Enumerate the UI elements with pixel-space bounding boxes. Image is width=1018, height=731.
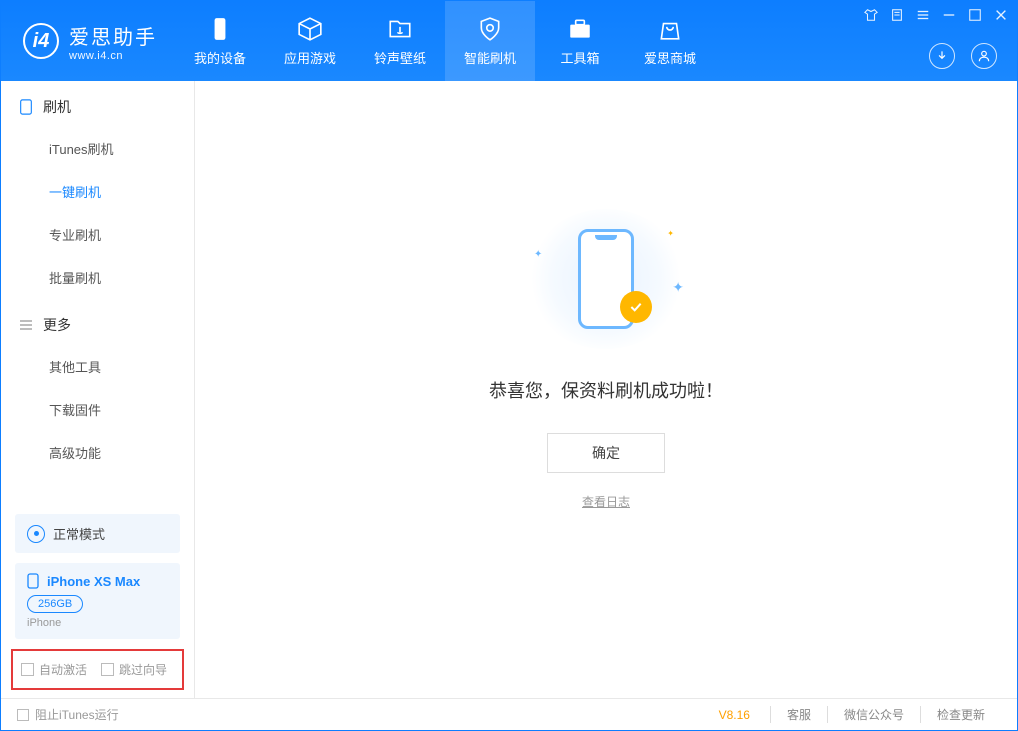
cube-icon	[297, 16, 323, 42]
close-button[interactable]	[993, 7, 1009, 23]
device-name: iPhone XS Max	[27, 573, 168, 589]
checkbox-icon	[101, 663, 114, 676]
window-controls	[863, 7, 1009, 23]
app-header: i4 爱思助手 www.i4.cn 我的设备 应用游戏 铃声壁纸 智能刷机 工具…	[1, 1, 1017, 81]
tab-label: 铃声壁纸	[374, 48, 426, 67]
tab-flash[interactable]: 智能刷机	[445, 1, 535, 81]
tab-label: 我的设备	[194, 48, 246, 67]
sidebar-bottom: 正常模式 iPhone XS Max 256GB iPhone 自动激活 跳过向…	[1, 504, 194, 698]
logo-text: 爱思助手 www.i4.cn	[69, 21, 157, 62]
tab-label: 工具箱	[560, 48, 599, 67]
sidebar-section-flash: 刷机	[1, 81, 194, 127]
mode-indicator[interactable]: 正常模式	[15, 514, 180, 553]
phone-icon	[27, 573, 39, 589]
options-highlight: 自动激活 跳过向导	[11, 649, 184, 690]
device-storage-badge: 256GB	[27, 595, 83, 613]
footer-link-support[interactable]: 客服	[770, 706, 827, 723]
sidebar-item-other-tools[interactable]: 其他工具	[1, 345, 194, 388]
tab-label: 智能刷机	[464, 48, 516, 67]
minimize-button[interactable]	[941, 7, 957, 23]
checkbox-label: 阻止iTunes运行	[35, 706, 119, 723]
tab-apps[interactable]: 应用游戏	[265, 1, 355, 81]
app-url: www.i4.cn	[69, 50, 157, 62]
view-log-link[interactable]: 查看日志	[582, 493, 630, 510]
device-icon	[207, 16, 233, 42]
footer-link-wechat[interactable]: 微信公众号	[827, 706, 920, 723]
footer: 阻止iTunes运行 V8.16 客服 微信公众号 检查更新	[1, 698, 1017, 730]
music-folder-icon	[387, 16, 413, 42]
tab-label: 爱思商城	[644, 48, 696, 67]
footer-right: V8.16 客服 微信公众号 检查更新	[719, 706, 1001, 723]
checkbox-auto-activate[interactable]: 自动激活	[21, 661, 87, 678]
header-actions	[929, 43, 997, 69]
success-message: 恭喜您，保资料刷机成功啦！	[489, 377, 723, 403]
shield-icon	[477, 16, 503, 42]
app-body: 刷机 iTunes刷机 一键刷机 专业刷机 批量刷机 更多 其他工具 下载固件 …	[1, 81, 1017, 698]
tab-toolbox[interactable]: 工具箱	[535, 1, 625, 81]
download-button[interactable]	[929, 43, 955, 69]
device-type: iPhone	[27, 617, 168, 629]
main-tabs: 我的设备 应用游戏 铃声壁纸 智能刷机 工具箱 爱思商城	[175, 1, 715, 81]
logo[interactable]: i4 爱思助手 www.i4.cn	[1, 1, 175, 81]
toolbox-icon	[567, 16, 593, 42]
menu-icon[interactable]	[915, 7, 931, 23]
sidebar: 刷机 iTunes刷机 一键刷机 专业刷机 批量刷机 更多 其他工具 下载固件 …	[1, 81, 195, 698]
success-illustration: ✦ ✦ ✦	[526, 209, 686, 349]
checkbox-block-itunes[interactable]: 阻止iTunes运行	[17, 706, 119, 723]
sidebar-item-download-firmware[interactable]: 下载固件	[1, 388, 194, 431]
sidebar-item-advanced[interactable]: 高级功能	[1, 431, 194, 474]
store-icon	[657, 16, 683, 42]
tab-label: 应用游戏	[284, 48, 336, 67]
checkbox-label: 跳过向导	[119, 661, 167, 678]
logo-icon: i4	[23, 23, 59, 59]
mode-icon	[27, 525, 45, 543]
checkbox-label: 自动激活	[39, 661, 87, 678]
device-info[interactable]: iPhone XS Max 256GB iPhone	[15, 563, 180, 639]
checkbox-icon	[21, 663, 34, 676]
main-content: ✦ ✦ ✦ 恭喜您，保资料刷机成功啦！ 确定 查看日志	[195, 81, 1017, 698]
tab-store[interactable]: 爱思商城	[625, 1, 715, 81]
version-label: V8.16	[719, 708, 750, 722]
sidebar-item-oneclick-flash[interactable]: 一键刷机	[1, 170, 194, 213]
mode-label: 正常模式	[53, 524, 105, 543]
checkbox-skip-guide[interactable]: 跳过向导	[101, 661, 167, 678]
tab-my-device[interactable]: 我的设备	[175, 1, 265, 81]
maximize-button[interactable]	[967, 7, 983, 23]
sidebar-item-batch-flash[interactable]: 批量刷机	[1, 256, 194, 299]
user-button[interactable]	[971, 43, 997, 69]
ok-button[interactable]: 确定	[547, 433, 665, 473]
menu-icon	[19, 317, 33, 333]
app-title: 爱思助手	[69, 21, 157, 50]
footer-link-update[interactable]: 检查更新	[920, 706, 1001, 723]
phone-icon	[19, 99, 33, 115]
shirt-icon[interactable]	[863, 7, 879, 23]
sidebar-item-pro-flash[interactable]: 专业刷机	[1, 213, 194, 256]
sidebar-item-itunes-flash[interactable]: iTunes刷机	[1, 127, 194, 170]
note-icon[interactable]	[889, 7, 905, 23]
sidebar-section-more: 更多	[1, 299, 194, 345]
tab-ringtones[interactable]: 铃声壁纸	[355, 1, 445, 81]
check-icon	[620, 291, 652, 323]
checkbox-icon	[17, 709, 29, 721]
